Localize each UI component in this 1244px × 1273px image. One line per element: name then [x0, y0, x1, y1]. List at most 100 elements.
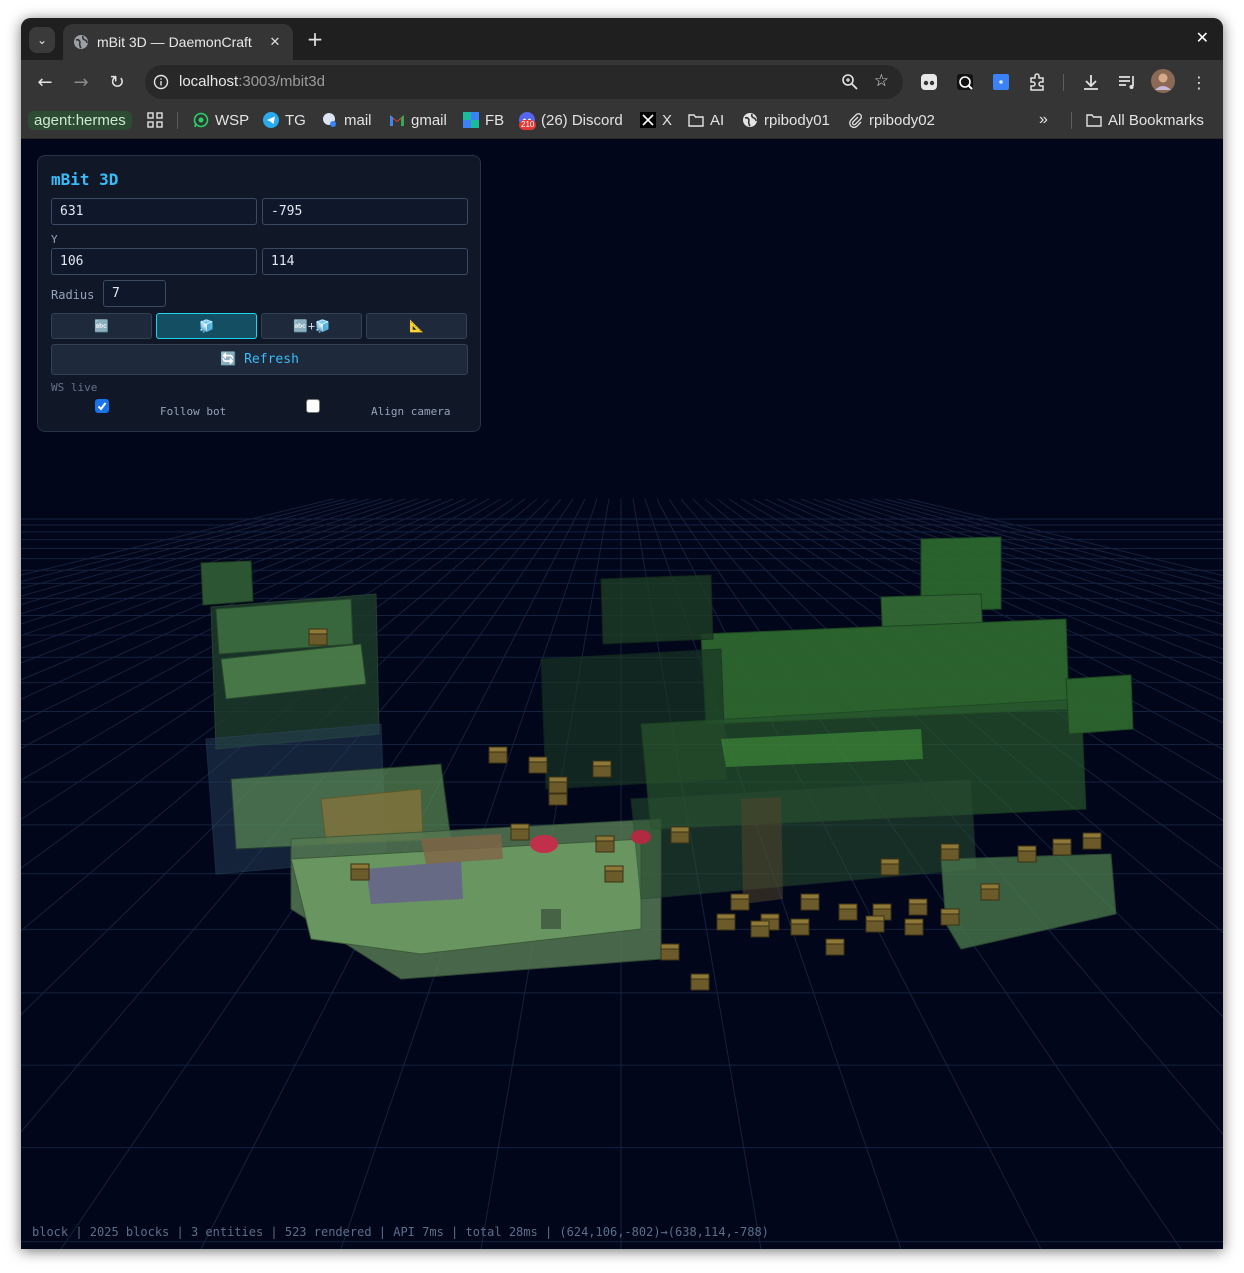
y-min-input[interactable] [51, 248, 257, 275]
follow-bot-checkbox[interactable] [95, 399, 109, 413]
bookmark-x[interactable]: X [640, 104, 672, 136]
item-cube-top [604, 865, 624, 872]
bookmark-folder-ai[interactable]: AI [688, 104, 724, 136]
mode-measure-button[interactable]: 📐 [366, 313, 467, 339]
item-cube-top [350, 863, 370, 870]
download-icon[interactable] [1081, 72, 1101, 96]
discord-icon: 210 [519, 112, 537, 130]
item-cube-top [790, 918, 810, 925]
bookmark-agent-hermes[interactable]: agent:hermes [28, 104, 132, 136]
tab-search-button[interactable]: ⌄ [29, 27, 55, 53]
address-bar[interactable]: localhost:3003/mbit3d ☆ [145, 65, 903, 99]
control-panel: mBit 3D Y Radius 🔤 🧊 🔤+🧊 📐 🔄 Refresh WS … [37, 155, 481, 432]
globe-icon [742, 112, 758, 128]
item-cube-top [872, 903, 892, 910]
bookmark-gmail[interactable]: gmail [389, 104, 447, 136]
globe-icon [73, 34, 89, 50]
bookmarks-bar: agent:hermes WSP TG mail gmail FB 210 (2… [21, 104, 1223, 139]
item-cube-top [880, 858, 900, 865]
item-cube-top [865, 915, 885, 922]
voxel-viewport[interactable]: mBit 3D Y Radius 🔤 🧊 🔤+🧊 📐 🔄 Refresh WS … [21, 139, 1223, 1249]
mode-blocks-button[interactable]: 🧊 [156, 313, 257, 339]
all-bookmarks-folder[interactable]: All Bookmarks [1086, 104, 1204, 136]
apps-grid-icon[interactable] [147, 104, 163, 136]
forward-arrow-icon[interactable]: → [69, 70, 93, 94]
item-cube-top [488, 746, 508, 753]
align-camera-checkbox[interactable] [306, 399, 320, 413]
item-cube-top [750, 920, 770, 927]
more-bookmarks-chevron-icon[interactable]: » [1039, 104, 1048, 136]
bookmark-discord[interactable]: 210 (26) Discord [519, 104, 623, 136]
x-coordinate-input[interactable] [51, 198, 257, 225]
tree-trunk [741, 797, 783, 904]
discord-badge: 210 [519, 120, 537, 130]
bookmark-mail[interactable]: mail [322, 104, 372, 136]
new-tab-button[interactable]: + [303, 27, 327, 51]
bookmarks-divider [1071, 112, 1072, 129]
align-camera-label: Align camera [371, 405, 451, 418]
item-cube-top [1017, 845, 1037, 852]
item-cube-top [825, 938, 845, 945]
item-cube-top [800, 893, 820, 900]
media-control-icon[interactable] [1117, 72, 1137, 96]
item-cube-top [528, 756, 548, 763]
item-cube-top [660, 943, 680, 950]
close-icon[interactable]: ✕ [267, 35, 283, 50]
item-cube-top [904, 918, 924, 925]
item-cube-top [716, 913, 736, 920]
item-cube-top [670, 826, 690, 833]
profile-avatar[interactable] [1151, 69, 1175, 97]
bookmarks-divider [177, 112, 178, 129]
item-cube-top [1052, 838, 1072, 845]
status-bar: block | 2025 blocks | 3 entities | 523 r… [32, 1225, 769, 1239]
item-cube-top [730, 893, 750, 900]
mode-labels-blocks-button[interactable]: 🔤+🧊 [261, 313, 362, 339]
item-cube-top [760, 913, 780, 920]
bookmark-rpibody01[interactable]: rpibody01 [742, 104, 830, 136]
extensions-puzzle-icon[interactable] [1027, 72, 1047, 96]
extension-blue-square-icon[interactable] [991, 72, 1011, 96]
site-info-icon[interactable] [153, 74, 169, 94]
bookmark-star-icon[interactable]: ☆ [874, 71, 889, 91]
radius-input[interactable] [103, 280, 166, 307]
y-label: Y [51, 233, 58, 246]
extension-ghost-icon[interactable] [919, 72, 939, 96]
zoom-icon[interactable] [841, 73, 859, 95]
item-cube-top [908, 898, 928, 905]
y-max-input[interactable] [262, 248, 468, 275]
tab-strip: ⌄ mBit 3D — DaemonCraft ✕ + ✕ [21, 18, 1223, 60]
kebab-menu-icon[interactable]: ⋮ [1187, 70, 1211, 94]
bookmark-tg[interactable]: TG [263, 104, 306, 136]
item-cube-top [940, 843, 960, 850]
panel-title: mBit 3D [51, 170, 119, 189]
active-tab[interactable]: mBit 3D — DaemonCraft ✕ [63, 24, 293, 60]
x-logo-icon [640, 112, 656, 128]
item-cube-top [838, 903, 858, 910]
item-cube-top [595, 835, 615, 842]
folder-icon [1086, 112, 1102, 128]
item-cube-top [1082, 832, 1102, 839]
item-cube-top [690, 973, 710, 980]
bookmark-rpibody02[interactable]: rpibody02 [847, 104, 935, 136]
refresh-button[interactable]: 🔄 Refresh [51, 344, 468, 375]
mode-labels-button[interactable]: 🔤 [51, 313, 152, 339]
reload-icon[interactable]: ↻ [105, 70, 129, 94]
browser-toolbar: ← → ↻ localhost:3003/mbit3d ☆ ⋮ [21, 60, 1223, 104]
browser-window: ⌄ mBit 3D — DaemonCraft ✕ + ✕ ← → ↻ loca… [21, 18, 1223, 1249]
extension-lens-icon[interactable] [955, 72, 975, 96]
item-cube-top [980, 883, 1000, 890]
item-cube-top [940, 908, 960, 915]
paperclip-icon [847, 112, 863, 128]
gmail-icon [389, 112, 405, 128]
bookmark-wsp[interactable]: WSP [193, 104, 249, 136]
mail-bubble-icon [322, 112, 338, 128]
window-close-icon[interactable]: ✕ [1196, 28, 1209, 47]
entity-marker [530, 835, 558, 853]
bookmark-fb[interactable]: FB [463, 104, 504, 136]
folder-icon [688, 112, 704, 128]
toolbar-divider [1063, 74, 1064, 91]
z-coordinate-input[interactable] [262, 198, 468, 225]
item-cube-top [592, 760, 612, 767]
back-arrow-icon[interactable]: ← [33, 70, 57, 94]
telegram-icon [263, 112, 279, 128]
